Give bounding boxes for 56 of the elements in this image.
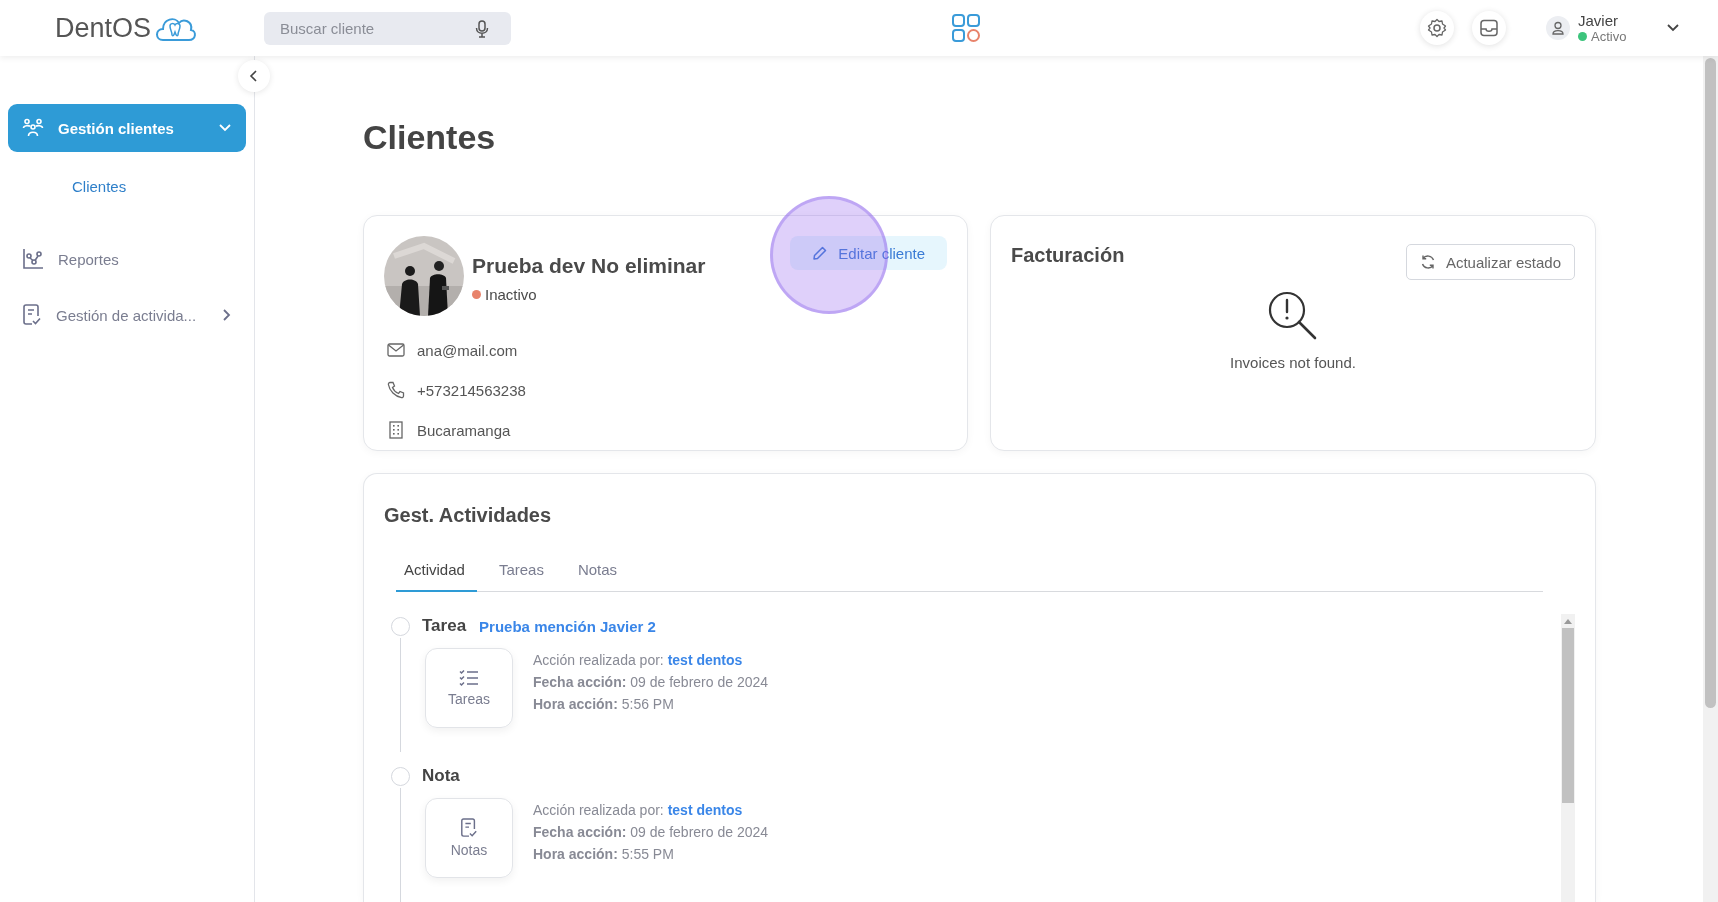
search-field[interactable]: Buscar cliente [264,11,511,45]
apps-icon[interactable] [950,13,981,43]
note-icon [460,818,478,838]
chart-icon [22,248,44,270]
edit-client-button[interactable]: Editar cliente [790,236,947,270]
tile-label: Tareas [448,691,490,707]
microphone-icon[interactable] [475,19,489,38]
tab[interactable]: Notas [569,551,630,592]
contact-text: ana@mail.com [417,341,518,359]
entry-link[interactable]: Prueba mención Javier 2 [479,617,656,635]
performed-by-text: Acción realizada por: test dentos [533,802,744,818]
building-icon [387,421,405,439]
tab[interactable]: Tareas [490,551,556,592]
settings-button[interactable] [1420,11,1454,45]
user-name: Javier [1578,12,1619,29]
client-status: Inactivo [485,285,537,303]
activities-title: Gest. Actividades [384,504,553,527]
contact-text: Bucaramanga [417,421,511,439]
entry-type: Nota [422,766,460,786]
action-date-text: Fecha acción: 09 de febrero de 2024 [533,674,769,690]
phone-icon [387,381,405,399]
action-date-text: Fecha acción: 09 de febrero de 2024 [533,824,769,840]
collapse-sidebar-button[interactable] [238,60,270,92]
settings-icon [1427,18,1447,38]
refresh-icon [1419,254,1436,270]
entry-type: Tarea [422,616,467,636]
scrollbar[interactable] [1561,614,1575,902]
logo-text: DentOS [55,12,152,44]
page-title: Clientes [363,118,497,157]
sidebar-item[interactable]: Reportes [8,235,246,283]
pencil-icon [812,245,829,261]
people-icon [22,118,44,138]
tab[interactable]: Actividad [396,551,477,592]
email-icon [387,343,405,357]
sidebar-item[interactable]: Gestión de activida... [8,291,246,339]
action-time-text: Hora acción: 5:56 PM [533,696,675,712]
client-name: Prueba dev No eliminar [472,253,706,278]
sidebar-item[interactable]: Gestión clientes [8,104,246,152]
page-scrollbar[interactable] [1703,56,1718,902]
chevron-down-icon[interactable] [1666,23,1680,33]
refresh-status-button[interactable]: Actualizar estado [1405,244,1575,280]
user-status: Activo [1591,29,1627,44]
search-alert-icon [1267,290,1319,342]
empty-message: Invoices not found. [1230,354,1356,371]
chevron-left-icon [249,70,259,82]
checklist-icon [459,669,479,687]
tile-label: Notas [450,842,488,858]
billing-title: Facturación [1011,244,1125,267]
checked-document-icon [22,304,42,326]
inbox-icon [1479,18,1499,38]
contact-text: +573214563238 [417,381,526,399]
sidebar-subitem[interactable]: Clientes [8,160,246,235]
performed-by-text: Acción realizada por: test dentos [533,652,744,668]
action-time-text: Hora acción: 5:55 PM [533,846,675,862]
inbox-button[interactable] [1472,11,1506,45]
user-avatar-icon[interactable] [1546,16,1570,40]
